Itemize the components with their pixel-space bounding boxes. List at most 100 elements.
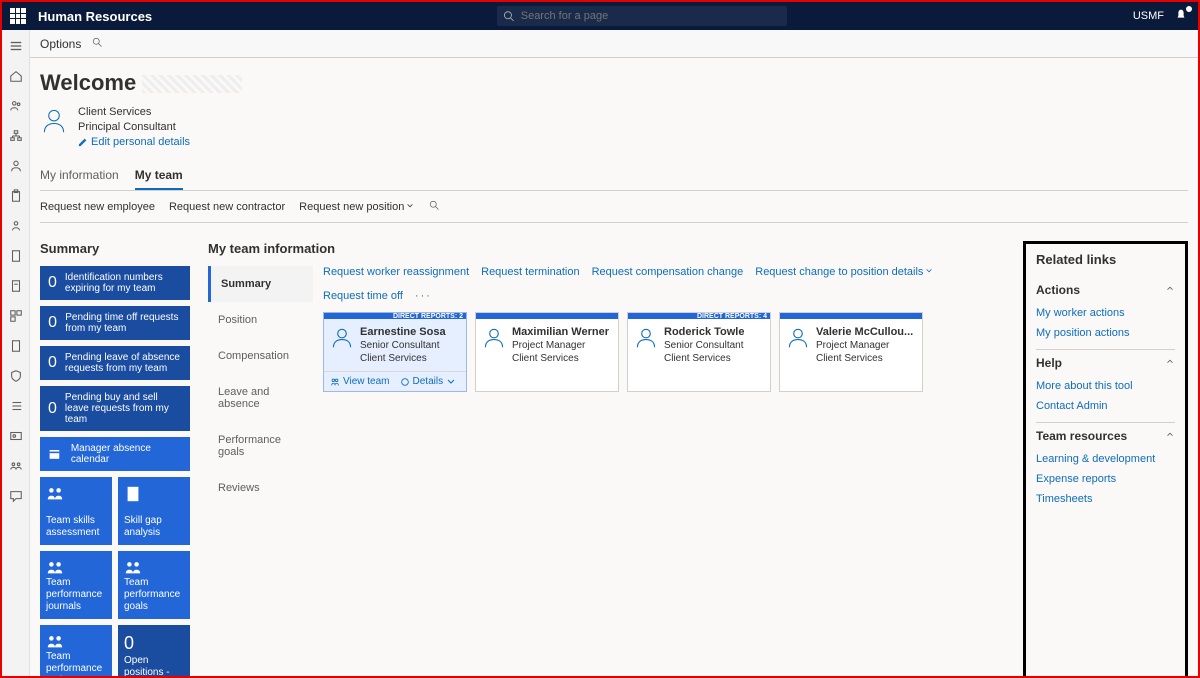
nav-list-icon[interactable]	[8, 398, 24, 414]
subtab-summary[interactable]: Summary	[208, 266, 313, 302]
tile-label: Team performance goals	[124, 577, 184, 613]
tile-label: Manager absence calendar	[71, 443, 182, 465]
request-reassignment-link[interactable]: Request worker reassignment	[323, 266, 469, 278]
avatar-icon	[330, 325, 354, 365]
toolbar-search-icon[interactable]	[428, 199, 440, 214]
related-link[interactable]: Expense reports	[1036, 469, 1175, 489]
subtab-compensation[interactable]: Compensation	[208, 338, 313, 374]
nav-feedback-icon[interactable]	[8, 488, 24, 504]
related-section: Help More about this toolContact Admin	[1036, 350, 1175, 423]
subtab-position[interactable]: Position	[208, 302, 313, 338]
tab-my-team[interactable]: My team	[135, 162, 183, 190]
summary-square-tile[interactable]: Team performance journals	[40, 551, 112, 619]
manager-absence-calendar-tile[interactable]: Manager absence calendar	[40, 437, 190, 471]
direct-reports-badge: DIRECT REPORTS: 4	[697, 313, 767, 320]
team-member-card[interactable]: Maximilian WernerProject ManagerClient S…	[475, 312, 619, 392]
team-member-card[interactable]: DIRECT REPORTS: 2Earnestine SosaSenior C…	[323, 312, 467, 392]
nav-shield-icon[interactable]	[8, 368, 24, 384]
summary-square-tile[interactable]: Team performance reviews	[40, 625, 112, 676]
app-launcher-icon[interactable]	[10, 8, 26, 24]
subtab-leave-and-absence[interactable]: Leave and absence	[208, 374, 313, 422]
summary-square-tile[interactable]: Team skills assessment	[40, 477, 112, 545]
tile-label: Pending time off requests from my team	[65, 312, 182, 334]
request-position-change-link[interactable]: Request change to position details	[755, 266, 933, 278]
tile-count: 0	[48, 400, 57, 418]
search-input[interactable]	[521, 10, 782, 22]
tile-label: Team performance reviews	[46, 651, 106, 676]
options-menu[interactable]: Options	[40, 37, 81, 51]
related-link[interactable]: Contact Admin	[1036, 396, 1175, 416]
request-new-position-button[interactable]: Request new position	[299, 201, 414, 213]
subtab-reviews[interactable]: Reviews	[208, 470, 313, 506]
avatar-icon	[786, 325, 810, 365]
edit-personal-details-link[interactable]: Edit personal details	[78, 136, 190, 148]
section-header[interactable]: Team resources	[1036, 429, 1175, 443]
profile-department: Client Services	[78, 106, 190, 118]
tab-my-information[interactable]: My information	[40, 162, 119, 190]
tile-count: 0	[48, 354, 57, 372]
nav-tiles-icon[interactable]	[8, 308, 24, 324]
team-member-card[interactable]: DIRECT REPORTS: 4Roderick TowleSenior Co…	[627, 312, 771, 392]
request-termination-link[interactable]: Request termination	[481, 266, 579, 278]
nav-org-icon[interactable]	[8, 128, 24, 144]
related-link[interactable]: My worker actions	[1036, 303, 1175, 323]
team-member-card[interactable]: Valerie McCullou...Project ManagerClient…	[779, 312, 923, 392]
summary-square-tile[interactable]: Team performance goals	[118, 551, 190, 619]
company-code[interactable]: USMF	[1133, 10, 1164, 22]
nav-doc2-icon[interactable]	[8, 278, 24, 294]
tile-label: Skill gap analysis	[124, 515, 184, 539]
profile-block: Client Services Principal Consultant Edi…	[40, 106, 1188, 148]
team-info-heading: My team information	[208, 241, 1005, 256]
nav-person-icon[interactable]	[8, 158, 24, 174]
member-dept: Client Services	[664, 352, 744, 365]
member-role: Project Manager	[816, 339, 913, 352]
profile-role: Principal Consultant	[78, 121, 190, 133]
nav-contact-icon[interactable]	[8, 428, 24, 444]
summary-square-tile[interactable]: 0Open positions - Direct reports	[118, 625, 190, 676]
nav-doc-icon[interactable]	[8, 248, 24, 264]
member-name: Maximilian Werner	[512, 325, 609, 339]
nav-home-icon[interactable]	[8, 68, 24, 84]
global-search[interactable]	[497, 6, 787, 26]
summary-heading: Summary	[40, 241, 190, 256]
chevron-up-icon	[1165, 429, 1175, 439]
notification-bell-icon[interactable]	[1174, 8, 1190, 24]
summary-tile[interactable]: 0Pending time off requests from my team	[40, 306, 190, 340]
subtab-performance-goals[interactable]: Performance goals	[208, 422, 313, 470]
summary-column: Summary 0Identification numbers expiring…	[40, 241, 190, 676]
related-link[interactable]: My position actions	[1036, 323, 1175, 343]
request-comp-change-link[interactable]: Request compensation change	[592, 266, 744, 278]
top-navbar: Human Resources USMF	[2, 2, 1198, 30]
section-header[interactable]: Actions	[1036, 283, 1175, 297]
nav-clipboard-icon[interactable]	[8, 188, 24, 204]
summary-square-tile[interactable]: Skill gap analysis	[118, 477, 190, 545]
member-dept: Client Services	[360, 352, 446, 365]
people-icon	[46, 633, 106, 651]
hamburger-icon[interactable]	[8, 38, 24, 54]
tile-count: 0	[48, 274, 57, 292]
related-link[interactable]: Learning & development	[1036, 449, 1175, 469]
member-role: Senior Consultant	[360, 339, 446, 352]
search-icon	[503, 10, 514, 22]
section-header[interactable]: Help	[1036, 356, 1175, 370]
summary-tile[interactable]: 0Pending leave of absence requests from …	[40, 346, 190, 380]
related-section: Team resources Learning & developmentExpe…	[1036, 423, 1175, 515]
member-name: Valerie McCullou...	[816, 325, 913, 339]
nav-people-icon[interactable]	[8, 98, 24, 114]
request-new-employee-button[interactable]: Request new employee	[40, 201, 155, 213]
options-search-icon[interactable]	[91, 36, 103, 51]
request-time-off-link[interactable]: Request time off	[323, 290, 403, 302]
view-team-link[interactable]: View team	[330, 376, 390, 387]
request-new-contractor-button[interactable]: Request new contractor	[169, 201, 285, 213]
member-role: Senior Consultant	[664, 339, 744, 352]
related-link[interactable]: More about this tool	[1036, 376, 1175, 396]
nav-doc3-icon[interactable]	[8, 338, 24, 354]
related-link[interactable]: Timesheets	[1036, 489, 1175, 509]
nav-user-icon[interactable]	[8, 218, 24, 234]
details-link[interactable]: Details	[400, 376, 457, 387]
people-icon	[124, 559, 184, 577]
more-actions-icon[interactable]: ···	[415, 290, 432, 302]
nav-team-icon[interactable]	[8, 458, 24, 474]
summary-tile[interactable]: 0Pending buy and sell leave requests fro…	[40, 386, 190, 431]
summary-tile[interactable]: 0Identification numbers expiring for my …	[40, 266, 190, 300]
